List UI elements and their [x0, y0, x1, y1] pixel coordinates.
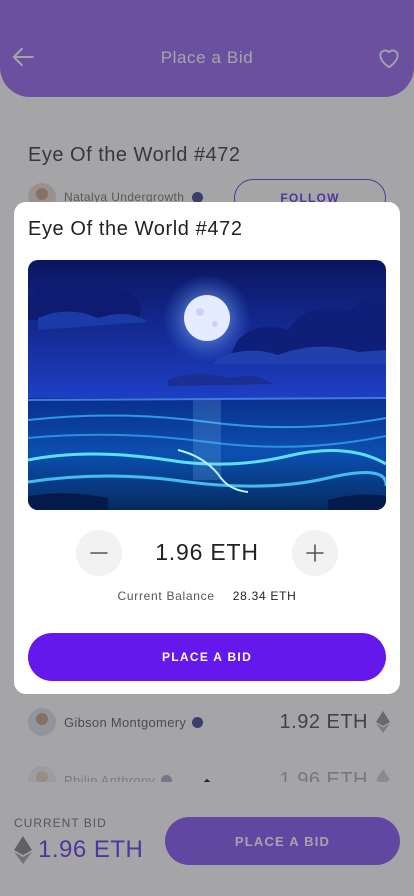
- plus-icon: [306, 544, 324, 562]
- balance-label: Current Balance: [117, 589, 215, 603]
- increase-bid-button[interactable]: [292, 530, 338, 576]
- bid-amount-stepper: 1.96 ETH: [76, 530, 338, 576]
- place-bid-modal: Eye Of the World #472 1.96 ETH Current B…: [14, 202, 400, 694]
- nft-artwork: [28, 260, 386, 510]
- balance-value: 28.34 ETH: [232, 589, 297, 603]
- minus-icon: [90, 552, 108, 554]
- current-balance: Current Balance 28.34 ETH: [14, 589, 400, 603]
- decrease-bid-button[interactable]: [76, 530, 122, 576]
- bid-amount-value: 1.96 ETH: [155, 539, 259, 565]
- modal-title: Eye Of the World #472: [28, 218, 243, 240]
- confirm-bid-button[interactable]: PLACE A BID: [28, 633, 386, 681]
